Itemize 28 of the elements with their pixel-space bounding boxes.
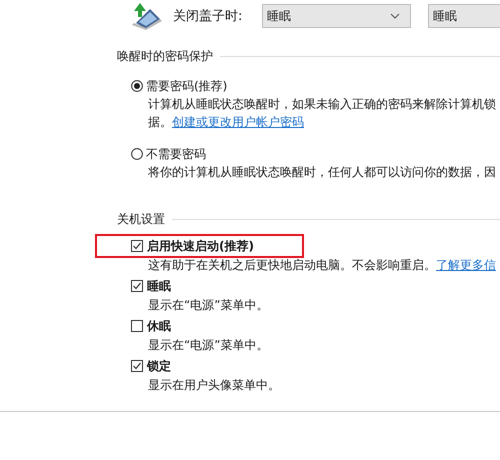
link[interactable]: 创建或更改用户帐户密码	[172, 115, 304, 129]
dropdown[interactable]: 睡眠	[428, 4, 500, 28]
checkbox-label: 启用快速启动(推荐)	[147, 238, 254, 254]
description-text: 这有助于在关机之后更快地启动电脑。不会影响重启。	[148, 258, 436, 272]
checkbox[interactable]	[131, 360, 143, 372]
description-text: 据。	[148, 115, 172, 129]
checkbox-label: 睡眠	[147, 278, 171, 294]
laptop-icon	[130, 1, 164, 31]
radio-button[interactable]	[131, 148, 143, 160]
section-title: 唤醒时的密码保护	[117, 48, 213, 65]
caret-icon	[390, 13, 400, 19]
option-label: 需要密码(推荐)	[146, 78, 228, 94]
checkbox[interactable]	[131, 280, 143, 292]
description-text: 将你的计算机从睡眠状态唤醒时，任何人都可以访问你的数据，因	[147, 164, 497, 181]
description-text: 显示在“电源”菜单中。	[147, 337, 270, 354]
radio-button[interactable]	[131, 80, 143, 92]
section-title: 关机设置	[117, 211, 165, 228]
description-text: 计算机从睡眠状态唤醒时，如果未输入正确的密码来解除计算机锁	[147, 96, 497, 113]
option-label: 不需要密码	[146, 146, 206, 162]
dropdown[interactable]: 睡眠	[262, 4, 411, 28]
description-text: 显示在“电源”菜单中。	[147, 297, 270, 314]
checkbox-label: 锁定	[147, 358, 171, 374]
link[interactable]: 了解更多信	[436, 258, 496, 272]
description-text: 显示在用户头像菜单中。	[147, 377, 281, 394]
field-label: 关闭盖子时:	[173, 8, 244, 25]
checkbox-label: 休眠	[147, 318, 171, 334]
checkbox[interactable]	[131, 240, 143, 252]
checkbox[interactable]	[131, 320, 143, 332]
